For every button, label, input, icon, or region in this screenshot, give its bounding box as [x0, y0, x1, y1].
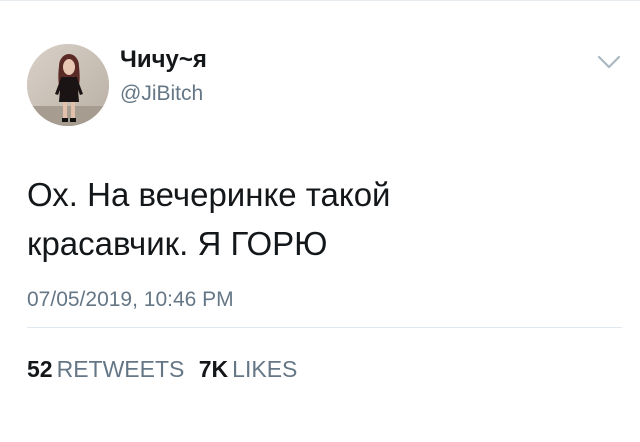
tweet-text-line: красавчик. Я ГОРЮ: [27, 225, 328, 262]
likes-label: LIKES: [232, 356, 298, 382]
retweets-stat[interactable]: 52 RETWEETS: [27, 356, 184, 383]
retweets-count: 52: [27, 356, 53, 382]
tweet-card: Чичу~я @JiBitch Ох. На вечеринке такой к…: [0, 0, 640, 442]
likes-stat[interactable]: 7K LIKES: [199, 356, 298, 383]
likes-count: 7K: [198, 356, 229, 382]
stats-divider: [27, 327, 622, 328]
chevron-down-icon[interactable]: [595, 50, 623, 74]
top-divider: [0, 0, 640, 1]
user-handle[interactable]: @JiBitch: [120, 82, 203, 106]
retweets-label: RETWEETS: [56, 356, 185, 382]
tweet-stats: 52 RETWEETS 7K LIKES: [27, 356, 297, 383]
avatar[interactable]: [27, 44, 109, 126]
tweet-text: Ох. На вечеринке такой красавчик. Я ГОРЮ: [27, 170, 617, 268]
tweet-timestamp[interactable]: 07/05/2019, 10:46 PM: [27, 288, 234, 312]
avatar-photo: [27, 44, 109, 126]
display-name[interactable]: Чичу~я: [120, 46, 207, 74]
tweet-text-line: Ох. На вечеринке такой: [27, 176, 391, 213]
